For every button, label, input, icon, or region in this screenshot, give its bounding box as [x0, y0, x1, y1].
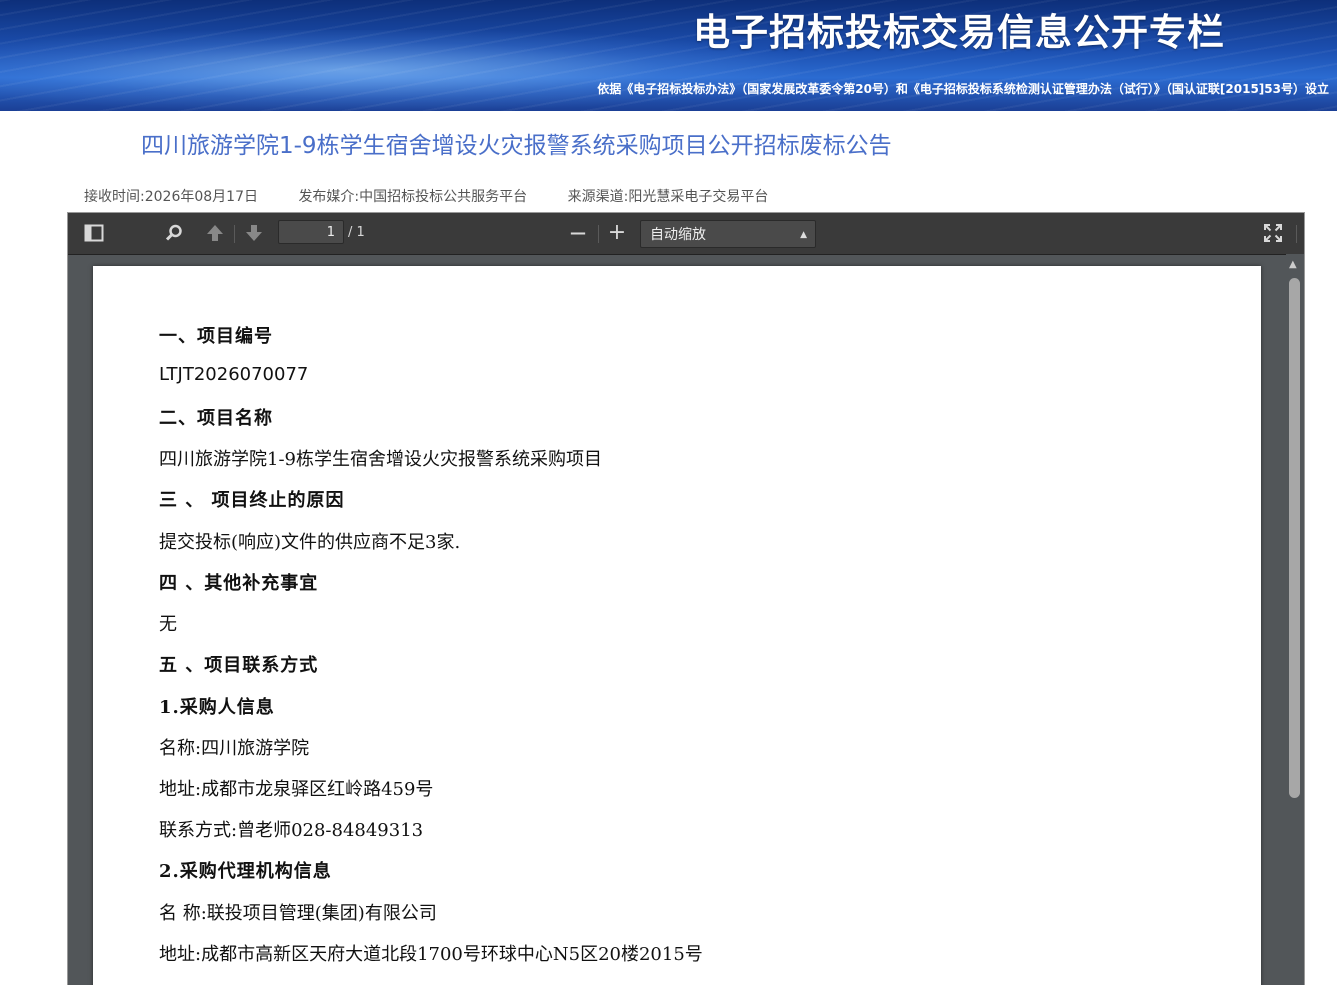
header-banner: 电子招标投标交易信息公开专栏 依据《电子招标投标办法》（国家发展改革委令第20号… [0, 0, 1337, 111]
banner-title: 电子招标投标交易信息公开专栏 [693, 11, 1225, 54]
page-count: / 1 [348, 225, 365, 240]
pdf-viewer: 1 / 1 — + 自动缩放 ▲ 一、项目编号 LTJT2026070077 二… [67, 212, 1305, 985]
project-name: 四川旅游学院1-9栋学生宿舍增设火灾报警系统采购项目 [159, 449, 602, 470]
publish-media: 发布媒介:中国招标投标公共服务平台 [298, 189, 528, 205]
fullscreen-icon [1264, 224, 1282, 242]
scrollbar-thumb[interactable] [1289, 278, 1300, 798]
next-page-button[interactable] [242, 221, 266, 245]
toolbar-separator [1296, 225, 1297, 243]
previous-page-button[interactable] [203, 221, 227, 245]
termination-reason: 提交投标(响应)文件的供应商不足3家. [159, 532, 461, 553]
heading-project-number: 一、项目编号 [159, 326, 273, 347]
heading-contact: 五 、项目联系方式 [159, 655, 319, 676]
zoom-out-button[interactable]: — [566, 221, 590, 245]
purchaser-address: 地址:成都市龙泉驿区红岭路459号 [159, 779, 434, 800]
vertical-scrollbar[interactable]: ▲ [1286, 254, 1304, 985]
arrow-down-icon [246, 225, 262, 241]
heading-other-matters: 四 、其他补充事宜 [159, 573, 319, 594]
pdf-page: 一、项目编号 LTJT2026070077 二、项目名称 四川旅游学院1-9栋学… [93, 266, 1261, 985]
agency-address: 地址:成都市高新区天府大道北段1700号环球中心N5区20楼2015号 [159, 944, 703, 965]
pdf-toolbar: 1 / 1 — + 自动缩放 ▲ [68, 213, 1304, 255]
heading-project-name: 二、项目名称 [159, 408, 273, 429]
other-matters: 无 [159, 614, 177, 635]
agency-heading: 2.采购代理机构信息 [159, 861, 332, 882]
scroll-up-icon[interactable]: ▲ [1289, 259, 1297, 270]
fullscreen-button[interactable] [1261, 221, 1285, 245]
notice-meta: 接收时间:2026年08月17日 发布媒介:中国招标投标公共服务平台 来源渠道:… [84, 186, 804, 206]
zoom-in-button[interactable]: + [605, 221, 629, 245]
arrow-up-icon [207, 225, 223, 241]
received-time: 接收时间:2026年08月17日 [84, 189, 258, 205]
banner-subtitle: 依据《电子招标投标办法》（国家发展改革委令第20号）和《电子招标投标系统检测认证… [597, 82, 1329, 96]
heading-termination-reason: 三 、 项目终止的原因 [159, 490, 345, 511]
agency-name: 名 称:联投项目管理(集团)有限公司 [159, 903, 437, 924]
source-channel: 来源渠道:阳光慧采电子交易平台 [567, 189, 769, 205]
search-icon [165, 224, 182, 241]
purchaser-name: 名称:四川旅游学院 [159, 738, 310, 759]
zoom-select-value: 自动缩放 [650, 227, 706, 243]
zoom-select[interactable]: 自动缩放 ▲ [640, 220, 816, 248]
purchaser-heading: 1.采购人信息 [159, 697, 275, 718]
notice-title: 四川旅游学院1-9栋学生宿舍增设火灾报警系统采购项目公开招标废标公告 [141, 133, 892, 159]
select-arrows-icon: ▲ [800, 230, 807, 240]
toolbar-separator [598, 225, 599, 243]
page-number-input[interactable]: 1 [278, 220, 344, 244]
project-number: LTJT2026070077 [159, 364, 309, 385]
find-button[interactable] [162, 221, 186, 245]
purchaser-contact: 联系方式:曾老师028-84849313 [159, 820, 424, 841]
sidebar-toggle-button[interactable] [82, 221, 106, 245]
toolbar-separator [234, 225, 235, 243]
sidebar-icon [84, 224, 104, 242]
